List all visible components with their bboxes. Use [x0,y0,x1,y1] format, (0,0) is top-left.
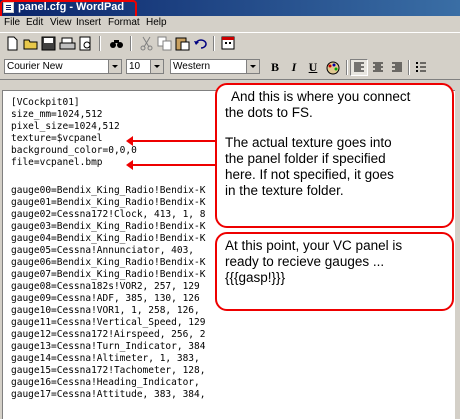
new-document-icon[interactable] [4,35,21,52]
callout-text: in the texture folder. [225,183,344,198]
text-line: gauge04=Bendix_King_Radio!Bendix-K [11,233,206,244]
font-size-combo[interactable]: 10 [126,59,164,74]
text-line: gauge02=Cessna172!Clock, 413, 1, 8 [11,209,206,220]
callout-text: ready to recieve gauges ... [225,254,385,269]
text-line: gauge16=Cessna!Heading_Indicator, [11,377,200,388]
format-toolbar: Courier New 10 Western B I U [0,55,460,80]
callout-text: the dots to FS. [225,105,313,120]
text-line: gauge00=Bendix_King_Radio!Bendix-K [11,185,206,196]
menu-bar: File Edit View Insert Format Help [0,16,460,32]
callout-ready-for-gauges: At this point, your VC panel is ready to… [215,232,454,311]
save-disk-icon[interactable] [40,35,57,52]
text-line: background_color=0,0,0 [11,145,137,156]
text-line: gauge06=Bendix_King_Radio!Bendix-K [11,257,206,268]
text-line: gauge05=Cessna!Annunciator, 403, [11,245,195,256]
chevron-down-icon[interactable] [150,60,163,73]
text-line: gauge12=Cessna172!Airspeed, 256, 2 [11,329,206,340]
annotation-arrow [126,160,215,170]
toolbar-separator [130,36,132,51]
text-line: gauge15=Cessna172!Tachometer, 128, [11,365,206,376]
bold-button[interactable]: B [266,59,284,76]
text-line: gauge11=Cessna!Vertical_Speed, 129 [11,317,206,328]
text-line: gauge01=Bendix_King_Radio!Bendix-K [11,197,206,208]
chevron-down-icon[interactable] [108,60,121,73]
callout-text: And this is where you connect [231,89,411,104]
text-line: gauge14=Cessna!Altimeter, 1, 383, [11,353,200,364]
text-line: [VCockpit01] [11,97,80,108]
menu-format[interactable]: Format [108,17,140,28]
callout-text: here. If not specified, it goes [225,167,394,182]
standard-toolbar [0,32,460,56]
print-preview-icon[interactable] [77,35,94,52]
font-name-combo[interactable]: Courier New [4,59,122,74]
cut-icon[interactable] [138,35,155,52]
text-line: file=vcpanel.bmp [11,157,103,168]
insert-date-icon[interactable] [220,35,237,52]
align-left-icon[interactable] [350,59,368,76]
callout-spacer [225,121,444,135]
text-line: gauge13=Cessna!Turn_Indicator, 384 [11,341,206,352]
callout-text: the panel folder if specified [225,151,386,166]
align-center-icon[interactable] [369,59,387,76]
open-folder-icon[interactable] [22,35,39,52]
find-binoculars-icon[interactable] [108,35,125,52]
text-line: size_mm=1024,512 [11,109,103,120]
bullets-icon[interactable] [412,59,430,76]
text-line: gauge17=Cessna!Attitude, 383, 384, [11,389,206,400]
annotation-arrow [126,136,215,146]
text-line: gauge10=Cessna!VOR1, 1, 258, 126, [11,305,200,316]
menu-help[interactable]: Help [146,17,167,28]
callout-text: The actual texture goes into [225,135,392,150]
underline-button[interactable]: U [304,59,322,76]
text-line: gauge09=Cessna!ADF, 385, 130, 126 [11,293,200,304]
color-palette-icon[interactable] [324,59,342,76]
menu-edit[interactable]: Edit [26,17,43,28]
callout-texture-explanation: And this is where you connect the dots t… [215,83,454,228]
toolbar-separator [99,36,101,51]
print-icon[interactable] [59,35,76,52]
align-right-icon[interactable] [388,59,406,76]
callout-text: {{{gasp!}}} [225,270,286,285]
menu-file[interactable]: File [4,17,20,28]
font-script-combo[interactable]: Western [170,59,260,74]
text-line: gauge08=Cessna182s!VOR2, 257, 129 [11,281,200,292]
menu-view[interactable]: View [50,17,72,28]
text-line: gauge07=Bendix_King_Radio!Bendix-K [11,269,206,280]
toolbar-separator [346,60,348,75]
text-line: pixel_size=1024,512 [11,121,120,132]
toolbar-separator [408,60,410,75]
italic-button[interactable]: I [285,59,303,76]
copy-icon[interactable] [156,35,173,52]
menu-insert[interactable]: Insert [76,17,101,28]
toolbar-separator [213,36,215,51]
undo-icon[interactable] [192,35,209,52]
text-line: texture=$vcpanel [11,133,103,144]
text-line: gauge03=Bendix_King_Radio!Bendix-K [11,221,206,232]
chevron-down-icon[interactable] [246,60,259,73]
callout-text: At this point, your VC panel is [225,238,403,253]
paste-icon[interactable] [174,35,191,52]
